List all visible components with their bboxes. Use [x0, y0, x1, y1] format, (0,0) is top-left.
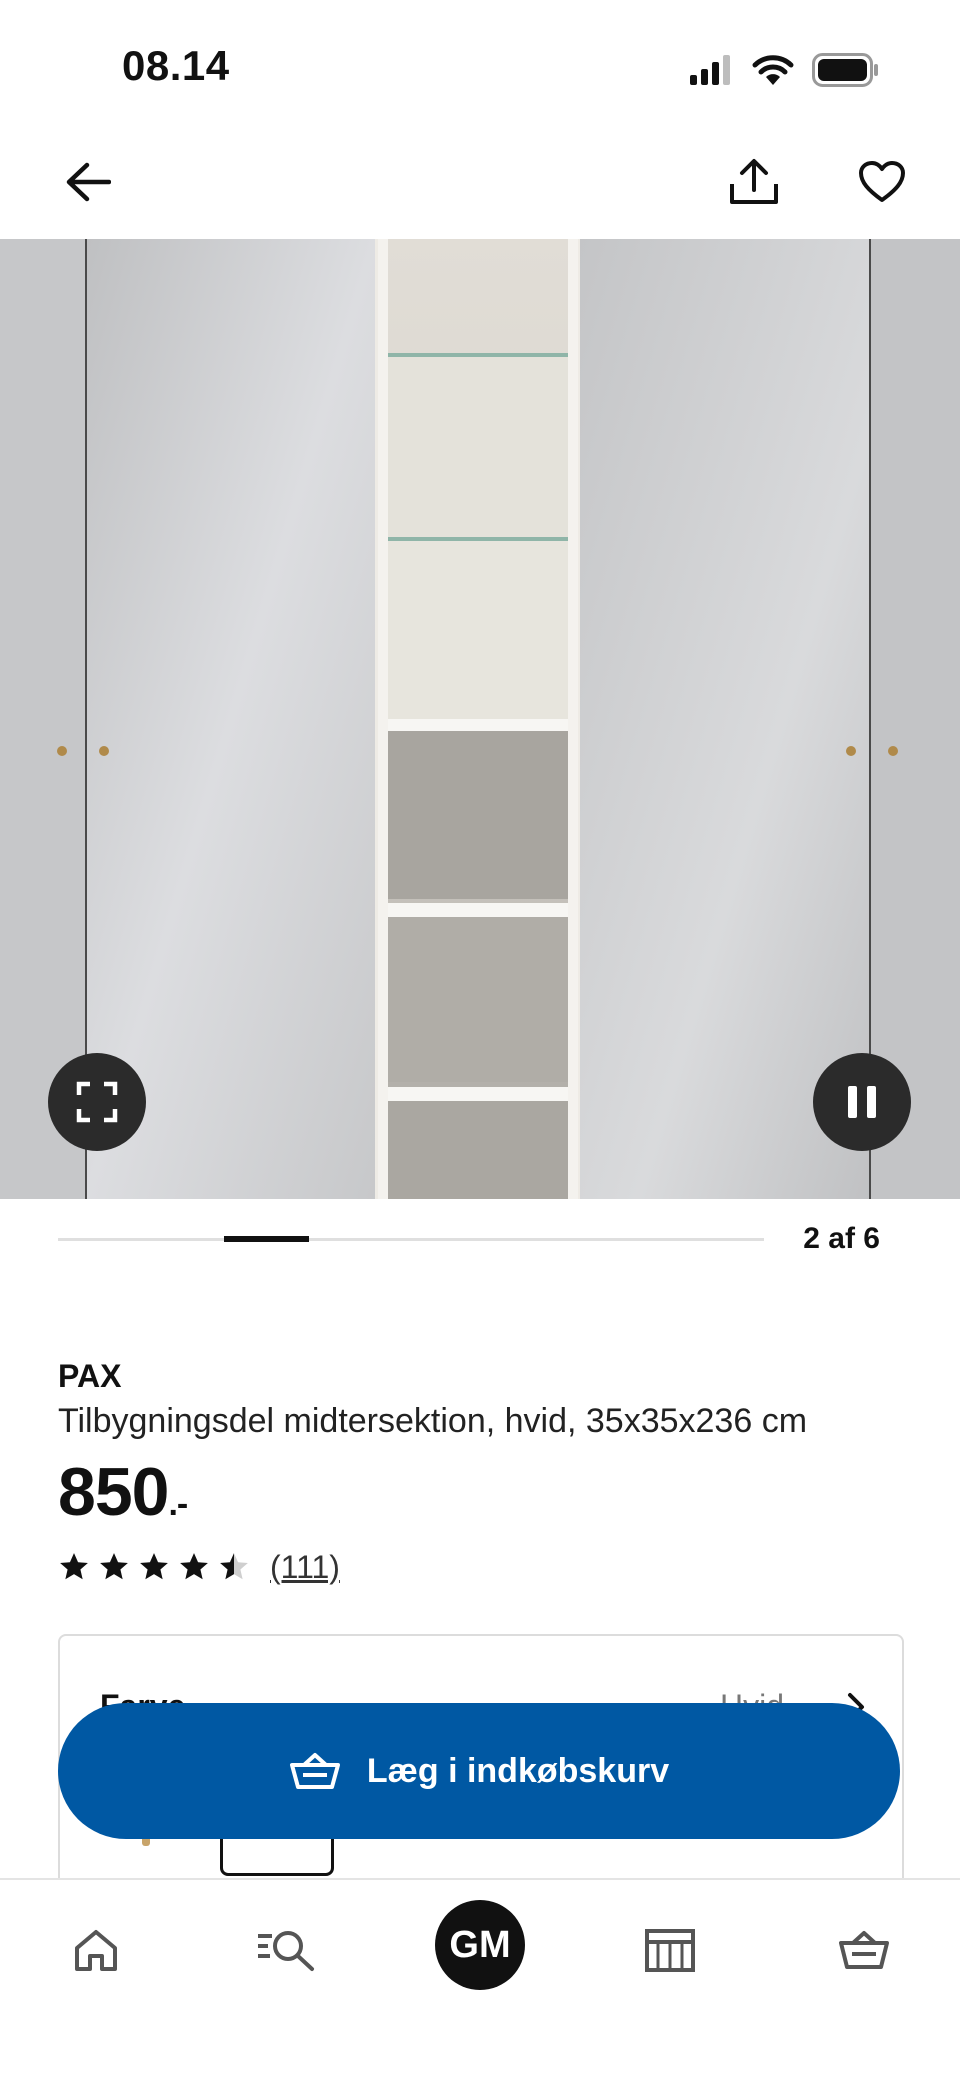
product-image[interactable]: [0, 239, 960, 1199]
wardrobe-photo: [0, 239, 960, 1199]
product-description: Tilbygningsdel midtersektion, hvid, 35x3…: [58, 1402, 808, 1440]
nav-home[interactable]: [56, 1910, 136, 1990]
fullscreen-icon: [76, 1081, 118, 1123]
top-nav: [0, 140, 960, 240]
pause-icon: [848, 1086, 876, 1118]
pause-button[interactable]: [813, 1053, 911, 1151]
price-suffix: .-: [168, 1485, 188, 1523]
favorite-button[interactable]: [842, 142, 922, 222]
back-button[interactable]: [48, 142, 128, 222]
price-value: 850: [58, 1454, 169, 1530]
battery-icon: [812, 53, 878, 87]
nav-profile-avatar[interactable]: GM: [435, 1900, 525, 1990]
nav-stores[interactable]: [630, 1910, 710, 1990]
star-icon: [180, 1553, 208, 1580]
product-price: 850.-: [58, 1453, 188, 1531]
home-icon: [75, 1930, 117, 1971]
gallery-progress-track: [58, 1236, 764, 1242]
add-to-cart-label: Læg i indkøbskurv: [366, 1751, 670, 1790]
signal-icon: [690, 55, 730, 85]
rating[interactable]: (111): [58, 1545, 340, 1589]
rating-stars: [58, 1551, 250, 1583]
share-icon: [730, 159, 778, 204]
product-name: PAX: [58, 1358, 122, 1394]
review-count[interactable]: (111): [270, 1549, 340, 1586]
add-to-cart-button[interactable]: Læg i indkøbskurv: [58, 1703, 900, 1839]
search-icon: [258, 1931, 314, 1971]
nav-cart[interactable]: [824, 1910, 904, 1990]
star-icon: [60, 1553, 88, 1580]
cart-icon: [839, 1931, 889, 1969]
arrow-left-icon: [66, 162, 111, 202]
star-icon: [220, 1553, 248, 1580]
status-icons: [690, 50, 880, 90]
bottom-nav: GM: [0, 1878, 960, 2083]
share-button[interactable]: [714, 142, 794, 222]
star-icon: [140, 1553, 168, 1580]
store-icon: [645, 1929, 695, 1972]
gallery-progress-fill: [223, 1236, 309, 1242]
nav-search[interactable]: [246, 1910, 326, 1990]
heart-icon: [859, 161, 905, 202]
wifi-icon: [752, 55, 794, 85]
star-icon: [100, 1553, 128, 1580]
basket-icon: [289, 1753, 340, 1789]
status-time: 08.14: [122, 42, 230, 89]
fullscreen-button[interactable]: [48, 1053, 146, 1151]
gallery-counter: 2 af 6: [803, 1222, 880, 1255]
